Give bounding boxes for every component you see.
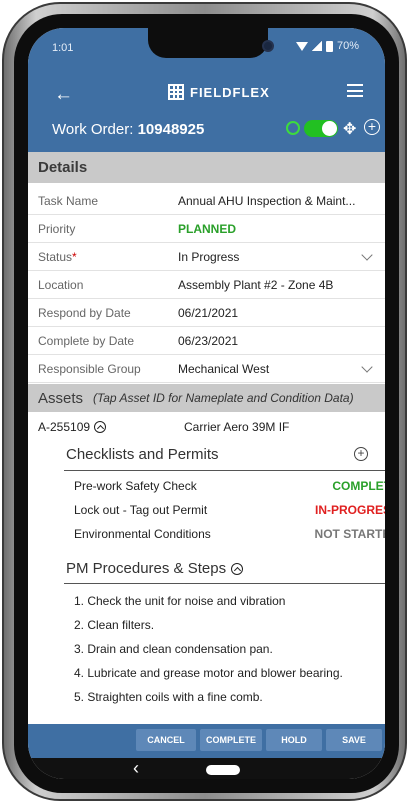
procedures-title: PM Procedures & Steps <box>66 560 227 577</box>
step-text: 5. Straighten coils with a fine comb. <box>74 690 263 704</box>
field-task-name[interactable]: Task Name Annual AHU Inspection & Maint.… <box>28 187 385 215</box>
phone-bezel: 1:01 70% ← FIELDFLEX Work Order: 1094892… <box>14 14 399 793</box>
nav-home-icon[interactable] <box>206 765 240 775</box>
checklist-item[interactable]: Environmental Conditions NOT STARTED <box>74 527 385 541</box>
brand-logo: FIELDFLEX <box>168 84 270 100</box>
fieldflex-logo-icon <box>168 84 184 100</box>
field-value: Mechanical West <box>178 361 270 376</box>
collapse-up-icon[interactable] <box>231 562 244 575</box>
procedure-step[interactable]: 1. Check the unit for noise and vibratio… <box>74 594 385 608</box>
section-divider <box>64 470 385 471</box>
procedures-header: PM Procedures & Steps <box>66 560 244 577</box>
field-label: Respond by Date <box>38 305 131 320</box>
status-icons: 70% <box>295 40 359 52</box>
assets-header: Assets (Tap Asset ID for Nameplate and C… <box>28 384 385 412</box>
checklist-status: IN-PROGRESS <box>314 503 385 517</box>
details-header: Details <box>28 152 385 183</box>
work-order-title: Work Order: 10948925 <box>52 121 204 138</box>
status-time: 1:01 <box>52 42 74 54</box>
procedure-step[interactable]: 2. Clean filters. <box>74 618 385 632</box>
section-divider <box>64 583 385 584</box>
field-label: Status* <box>28 250 178 264</box>
hamburger-menu-icon[interactable] <box>347 84 363 97</box>
priority-badge: PLANNED <box>178 221 237 236</box>
asset-id[interactable]: A-255109 <box>38 420 90 434</box>
hold-button[interactable]: HOLD <box>266 729 322 751</box>
checklist-name: Lock out - Tag out Permit <box>74 503 208 517</box>
checklists-header: Checklists and Permits <box>66 446 219 463</box>
field-location[interactable]: Location Assembly Plant #2 - Zone 4B <box>28 271 385 299</box>
checklist-status: NOT STARTED <box>314 527 385 541</box>
front-camera <box>262 40 274 52</box>
camera-notch <box>148 28 268 58</box>
checklist-name: Pre-work Safety Check <box>74 479 197 493</box>
field-value: 06/23/2021 <box>178 333 239 348</box>
save-button[interactable]: SAVE <box>326 729 382 751</box>
field-value: Annual AHU Inspection & Maint... <box>178 193 356 208</box>
add-circle-icon[interactable]: + <box>364 119 380 135</box>
field-label: Complete by Date <box>38 333 135 348</box>
work-order-label: Work Order: <box>52 121 134 138</box>
wifi-icon <box>295 41 308 51</box>
signal-icon <box>311 41 322 51</box>
battery-icon <box>325 40 333 52</box>
assets-note: (Tap Asset ID for Nameplate and Conditio… <box>93 391 354 405</box>
brand-name: FIELDFLEX <box>190 84 270 100</box>
checklist-status: COMPLETE <box>332 479 385 493</box>
field-status[interactable]: Status* In Progress <box>28 243 385 271</box>
field-value: In Progress <box>178 249 240 264</box>
add-checklist-icon[interactable]: + <box>354 447 368 461</box>
step-text: 3. Drain and clean condensation pan. <box>74 642 273 656</box>
asset-id-link[interactable]: A-255109 <box>38 420 107 434</box>
back-arrow-icon[interactable]: ← <box>54 84 73 106</box>
checklist-name: Environmental Conditions <box>74 527 211 541</box>
field-responsible-group[interactable]: Responsible Group Mechanical West <box>28 355 385 383</box>
checklist-item[interactable]: Lock out - Tag out Permit IN-PROGRESS <box>74 503 385 517</box>
field-label: Responsible Group <box>38 361 141 376</box>
cancel-button[interactable]: CANCEL <box>136 729 196 751</box>
timer-icon[interactable] <box>286 121 300 135</box>
move-icon[interactable]: ✥ <box>343 119 356 139</box>
nav-back-icon[interactable]: ‹ <box>133 758 139 778</box>
field-label: Priority <box>38 221 76 236</box>
field-label: Task Name <box>38 193 99 208</box>
procedure-step[interactable]: 4. Lubricate and grease motor and blower… <box>74 666 385 680</box>
field-value: Assembly Plant #2 - Zone 4B <box>178 277 334 292</box>
collapse-up-icon[interactable] <box>94 421 107 433</box>
step-text: 2. Clean filters. <box>74 618 155 632</box>
required-marker: * <box>72 249 77 264</box>
checklist-item[interactable]: Pre-work Safety Check COMPLETE <box>74 479 385 493</box>
procedure-step[interactable]: 5. Straighten coils with a fine comb. <box>74 690 385 704</box>
phone-frame: 1:01 70% ← FIELDFLEX Work Order: 1094892… <box>2 2 407 801</box>
battery-level: 70% <box>336 40 359 52</box>
step-text: 4. Lubricate and grease motor and blower… <box>74 666 343 680</box>
step-text: 1. Check the unit for noise and vibratio… <box>74 594 286 608</box>
complete-button[interactable]: COMPLETE <box>200 729 262 751</box>
app-screen: 1:01 70% ← FIELDFLEX Work Order: 1094892… <box>28 28 385 779</box>
field-respond-date[interactable]: Respond by Date 06/21/2021 <box>28 299 385 327</box>
tracking-toggle[interactable] <box>304 120 338 137</box>
work-order-number: 10948925 <box>137 121 205 138</box>
procedure-step[interactable]: 3. Drain and clean condensation pan. <box>74 642 385 656</box>
assets-title: Assets <box>38 389 84 407</box>
status-label-text: Status <box>38 249 73 264</box>
field-value: 06/21/2021 <box>178 305 239 320</box>
asset-model: Carrier Aero 39M IF <box>184 420 290 434</box>
field-label: Location <box>38 277 84 292</box>
field-priority[interactable]: Priority PLANNED <box>28 215 385 243</box>
field-complete-date[interactable]: Complete by Date 06/23/2021 <box>28 327 385 355</box>
